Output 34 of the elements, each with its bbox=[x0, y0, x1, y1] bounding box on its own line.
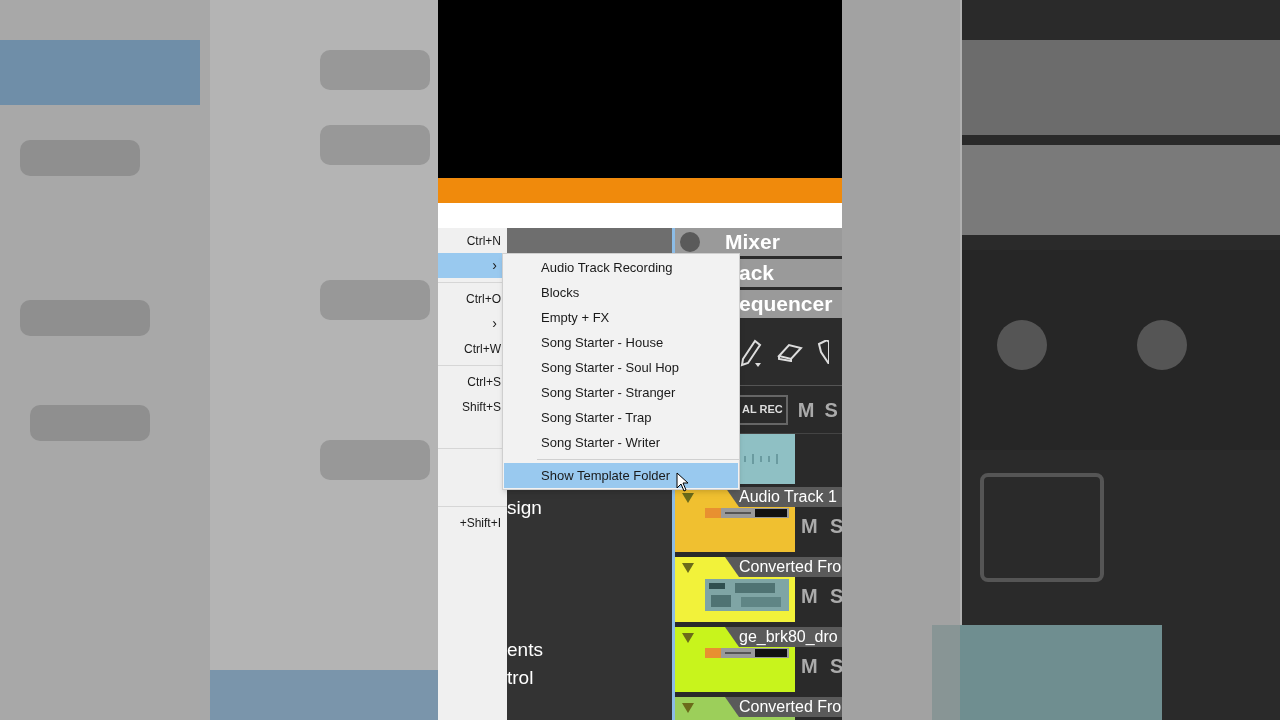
shortcut-label: +Shift+I bbox=[459, 514, 501, 532]
mute-button[interactable]: M bbox=[801, 581, 818, 611]
solo-button[interactable]: S bbox=[830, 511, 842, 541]
solo-button[interactable]: S bbox=[830, 651, 842, 681]
track-name[interactable]: Converted Fro bbox=[725, 557, 842, 577]
track-name[interactable]: Audio Track 1 bbox=[725, 487, 842, 507]
browser-item[interactable]: trol bbox=[507, 665, 534, 691]
menu-item[interactable]: Song Starter - Trap bbox=[504, 405, 738, 430]
menu-item[interactable]: Song Starter - Stranger bbox=[504, 380, 738, 405]
collapse-icon[interactable] bbox=[682, 493, 694, 503]
mute-button[interactable]: M bbox=[801, 511, 818, 541]
shortcut-label: Ctrl+O bbox=[466, 290, 501, 308]
browser-item[interactable]: sign bbox=[507, 495, 542, 521]
track-name[interactable]: ge_brk80_dro bbox=[725, 627, 842, 647]
menu-item[interactable]: Song Starter - House bbox=[504, 330, 738, 355]
menu-item[interactable]: Song Starter - Soul Hop bbox=[504, 355, 738, 380]
collapse-icon[interactable] bbox=[682, 703, 694, 713]
track-name[interactable]: Converted Fro bbox=[725, 697, 842, 717]
eraser-icon[interactable] bbox=[777, 341, 803, 362]
mute-button[interactable]: M bbox=[801, 651, 818, 681]
shortcut-label: Ctrl+W bbox=[464, 340, 501, 358]
menu-item[interactable]: Show Template Folder bbox=[504, 463, 738, 488]
cursor-icon bbox=[676, 472, 690, 492]
collapse-icon[interactable] bbox=[682, 633, 694, 643]
shortcut-label: Ctrl+N bbox=[466, 232, 501, 250]
browser-item[interactable]: ents bbox=[507, 637, 543, 663]
menu-item[interactable]: Song Starter - Writer bbox=[504, 430, 738, 455]
solo-button[interactable]: S bbox=[824, 394, 838, 425]
shortcut-label: Ctrl+S bbox=[467, 373, 501, 391]
mute-button[interactable]: M bbox=[797, 394, 815, 425]
collapse-icon[interactable] bbox=[682, 563, 694, 573]
tool-icon[interactable] bbox=[817, 339, 829, 364]
shortcut-label: Shift+S bbox=[461, 398, 501, 416]
solo-button[interactable]: S bbox=[830, 581, 842, 611]
